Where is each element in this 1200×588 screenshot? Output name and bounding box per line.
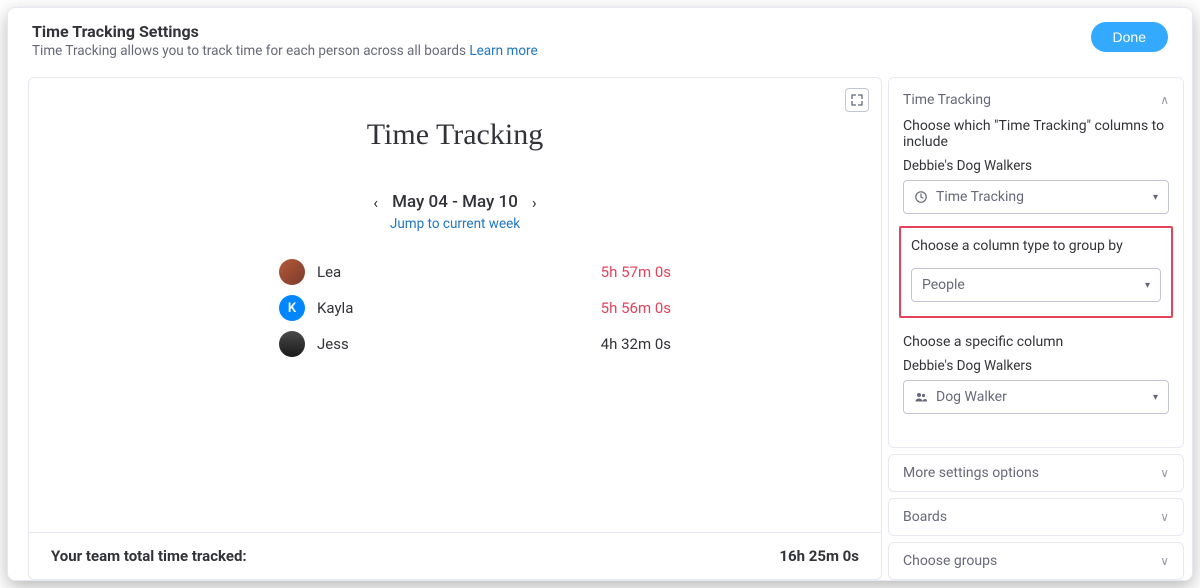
group-by-select[interactable]: People ▾	[911, 268, 1161, 302]
row-label: Boards	[903, 509, 947, 525]
person-name: Jess	[317, 335, 517, 353]
person-name: Kayla	[317, 299, 517, 317]
main-inner: Time Tracking ‹ May 04 - May 10 › Jump t…	[29, 78, 881, 532]
body: Time Tracking ‹ May 04 - May 10 › Jump t…	[8, 67, 1192, 580]
panel-title: Time Tracking	[903, 92, 991, 108]
report-title: Time Tracking	[79, 118, 831, 152]
page-subtitle: Time Tracking allows you to track time f…	[32, 43, 538, 59]
fullscreen-button[interactable]	[845, 88, 869, 112]
main-panel: Time Tracking ‹ May 04 - May 10 › Jump t…	[28, 77, 882, 580]
learn-more-link[interactable]: Learn more	[469, 43, 537, 59]
row-label: Choose groups	[903, 553, 997, 569]
week-range: May 04 - May 10	[392, 192, 518, 212]
tracked-time: 5h 56m 0s	[601, 299, 671, 317]
list-item: Jess 4h 32m 0s	[279, 326, 671, 362]
select-value: Time Tracking	[936, 189, 1024, 205]
header-left: Time Tracking Settings Time Tracking all…	[32, 22, 538, 59]
chevron-down-icon: ∨	[1160, 510, 1169, 524]
select-value: People	[922, 277, 965, 293]
settings-window: Time Tracking Settings Time Tracking all…	[7, 7, 1193, 581]
sidebar: Time Tracking ∧ Choose which "Time Track…	[888, 77, 1184, 580]
subtitle-text: Time Tracking allows you to track time f…	[32, 43, 469, 59]
avatar	[279, 259, 305, 285]
panel-header[interactable]: Time Tracking ∧	[903, 88, 1169, 118]
group-by-label: Choose a column type to group by	[911, 238, 1161, 254]
footer-label: Your team total time tracked:	[51, 547, 247, 565]
more-settings-row[interactable]: More settings options ∨	[888, 454, 1184, 492]
specific-column-select[interactable]: Dog Walker ▾	[903, 380, 1169, 414]
done-button[interactable]: Done	[1091, 22, 1168, 52]
avatar: K	[279, 295, 305, 321]
row-label: More settings options	[903, 465, 1039, 481]
people-icon	[914, 390, 928, 404]
chevron-down-icon: ∨	[1160, 466, 1169, 480]
board-name-1: Debbie's Dog Walkers	[903, 158, 1169, 174]
prev-week-button[interactable]: ‹	[373, 193, 378, 212]
select-value: Dog Walker	[936, 389, 1007, 405]
boards-row[interactable]: Boards ∨	[888, 498, 1184, 536]
time-tracking-column-select[interactable]: Time Tracking ▾	[903, 180, 1169, 214]
time-tracking-panel: Time Tracking ∧ Choose which "Time Track…	[888, 77, 1184, 448]
specific-column-section: Choose a specific column Debbie's Dog Wa…	[903, 334, 1169, 414]
header: Time Tracking Settings Time Tracking all…	[8, 8, 1192, 67]
specific-column-label: Choose a specific column	[903, 334, 1169, 350]
chevron-up-icon: ∧	[1160, 93, 1169, 107]
week-nav: ‹ May 04 - May 10 ›	[79, 192, 831, 212]
person-name: Lea	[317, 263, 517, 281]
list-item: K Kayla 5h 56m 0s	[279, 290, 671, 326]
footer-bar: Your team total time tracked: 16h 25m 0s	[29, 532, 881, 579]
caret-down-icon: ▾	[1145, 280, 1150, 291]
tracked-time: 5h 57m 0s	[601, 263, 671, 281]
caret-down-icon: ▾	[1153, 192, 1158, 203]
chevron-down-icon: ∨	[1160, 554, 1169, 568]
next-week-button[interactable]: ›	[532, 193, 537, 212]
tracked-time: 4h 32m 0s	[601, 335, 671, 353]
jump-current-week-link[interactable]: Jump to current week	[390, 216, 520, 232]
group-by-highlight: Choose a column type to group by People …	[899, 226, 1173, 318]
include-columns-label: Choose which "Time Tracking" columns to …	[903, 118, 1169, 150]
board-name-2: Debbie's Dog Walkers	[903, 358, 1169, 374]
page-title: Time Tracking Settings	[32, 22, 538, 41]
list-item: Lea 5h 57m 0s	[279, 254, 671, 290]
people-list: Lea 5h 57m 0s K Kayla 5h 56m 0s Jess 4h …	[79, 254, 831, 362]
jump-wrap: Jump to current week	[79, 216, 831, 232]
avatar	[279, 331, 305, 357]
clock-icon	[914, 190, 928, 204]
choose-groups-row[interactable]: Choose groups ∨	[888, 542, 1184, 580]
fullscreen-icon	[851, 94, 863, 106]
footer-total: 16h 25m 0s	[779, 547, 859, 565]
caret-down-icon: ▾	[1153, 392, 1158, 403]
